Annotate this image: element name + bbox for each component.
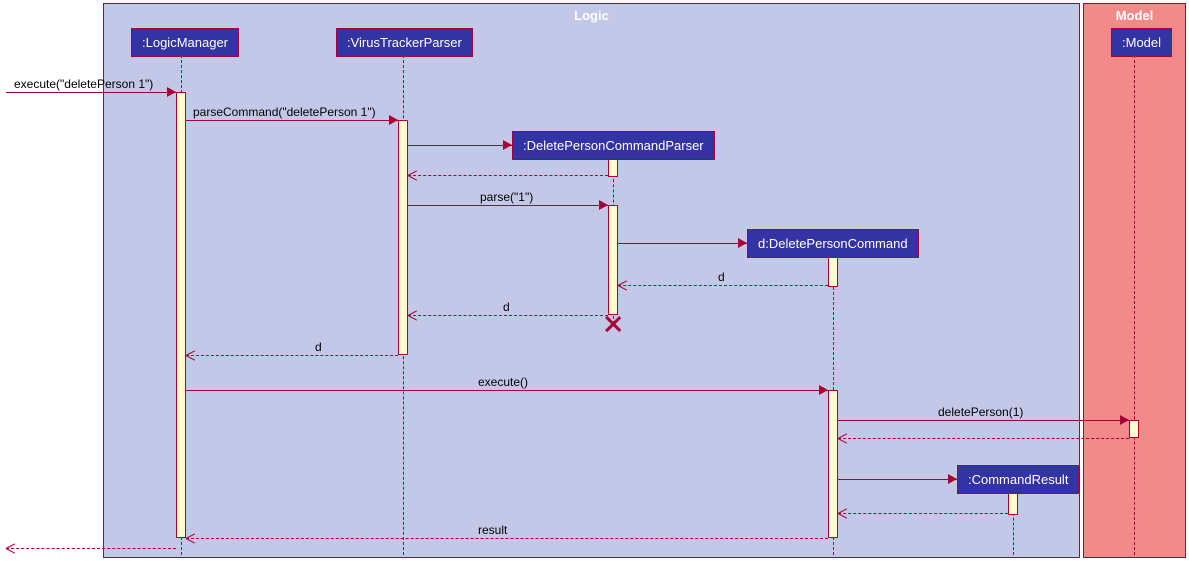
arrowhead-m2 <box>389 115 398 125</box>
arrowhead-create-dpc <box>738 238 747 248</box>
arrow-m5 <box>618 285 828 286</box>
msg-d-3: d <box>315 340 322 354</box>
arrow-return-model <box>838 438 1129 439</box>
frame-logic-title: Logic <box>574 8 609 23</box>
participant-deletepersoncommandparser: :DeletePersonCommandParser <box>512 131 715 160</box>
arrow-m7 <box>186 355 398 356</box>
arrowhead-create-cr <box>948 474 957 484</box>
activation-model <box>1129 420 1139 438</box>
arrowhead-m8 <box>819 385 828 395</box>
arrow-m8 <box>186 390 828 391</box>
participant-model: :Model <box>1111 28 1172 57</box>
arrow-return-cr <box>838 513 1008 514</box>
activation-dpcp-2 <box>608 205 618 315</box>
lifeline-model <box>1134 55 1135 555</box>
arrow-m12 <box>186 538 828 539</box>
msg-d-1: d <box>718 270 725 284</box>
arrow-return-external <box>6 548 176 549</box>
arrow-m3 <box>408 205 608 206</box>
destroy-dpcp <box>603 314 623 334</box>
activation-virustrackerparser <box>398 120 408 355</box>
participant-model-label: :Model <box>1122 35 1161 50</box>
arrowhead-create-dpcp <box>503 140 512 150</box>
msg-execute-deleteperson: execute("deletePerson 1") <box>14 77 153 91</box>
arrow-create-cr <box>838 479 957 480</box>
activation-logicmanager <box>176 92 186 538</box>
msg-d-2: d <box>503 300 510 314</box>
arrowhead-m1 <box>167 87 176 97</box>
msg-result: result <box>478 523 507 537</box>
arrowhead-m9 <box>1120 415 1129 425</box>
activation-commandresult <box>1008 493 1018 515</box>
arrow-create-dpcp <box>408 145 512 146</box>
msg-execute: execute() <box>478 375 528 389</box>
participant-logicmanager: :LogicManager <box>131 28 239 57</box>
participant-logicmanager-label: :LogicManager <box>142 35 228 50</box>
activation-dpcp-1 <box>608 159 618 177</box>
participant-dpcp-label: :DeletePersonCommandParser <box>523 138 704 153</box>
activation-dpc-2 <box>828 390 838 538</box>
arrow-return-dpcp-create <box>408 175 608 176</box>
participant-commandresult: :CommandResult <box>957 465 1079 494</box>
frame-logic: Logic <box>103 3 1080 558</box>
participant-cr-label: :CommandResult <box>968 472 1068 487</box>
msg-parsecommand: parseCommand("deletePerson 1") <box>193 105 376 119</box>
participant-deletepersoncommand: d:DeletePersonCommand <box>747 229 919 258</box>
arrow-m2 <box>186 120 398 121</box>
arrow-m9 <box>838 420 1129 421</box>
arrow-m1 <box>6 92 176 93</box>
participant-virustrackerparser-label: :VirusTrackerParser <box>347 35 462 50</box>
msg-deleteperson: deletePerson(1) <box>938 405 1023 419</box>
arrow-m6 <box>408 315 608 316</box>
arrow-create-dpc <box>618 243 747 244</box>
participant-dpc-label: d:DeletePersonCommand <box>758 236 908 251</box>
frame-model-title: Model <box>1116 8 1154 23</box>
participant-virustrackerparser: :VirusTrackerParser <box>336 28 473 57</box>
msg-parse1: parse("1") <box>480 190 533 204</box>
activation-dpc-1 <box>828 257 838 287</box>
arrowhead-m3 <box>599 200 608 210</box>
